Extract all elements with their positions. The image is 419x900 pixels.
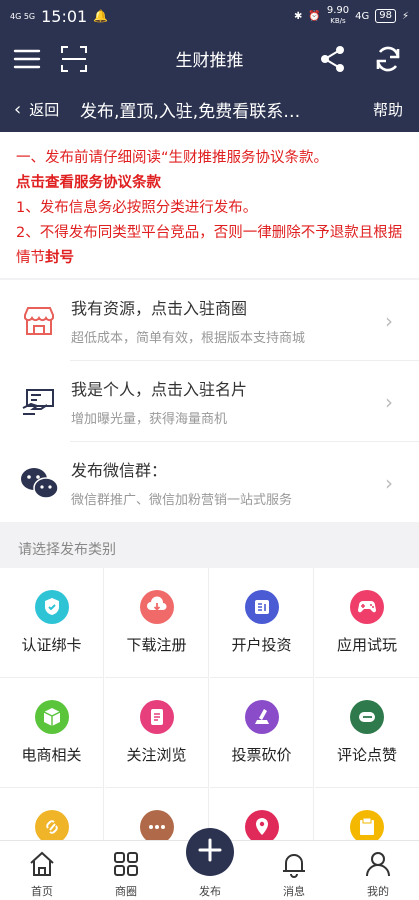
tab-label: 首页	[31, 885, 53, 898]
notice-line-1: 一、发布前请仔细阅读“生财推推服务协议条款。	[16, 150, 329, 166]
category-label: 开户投资	[231, 636, 292, 654]
back-label: 返回	[29, 100, 60, 119]
category-item[interactable]: 下载注册	[105, 568, 209, 678]
entry-title: 发布微信群：	[71, 461, 168, 480]
entry-list: 我有资源，点击入驻商圈 超低成本，简单有效，根据版本支持商城 › 我是个人，点击…	[0, 280, 419, 522]
entry-desc: 超低成本，简单有效，根据版本支持商城	[71, 331, 306, 346]
signal-indicator: 4G 5G	[10, 11, 36, 21]
entry-title: 我是个人，点击入驻名片	[71, 380, 248, 399]
user-icon	[336, 849, 419, 879]
entry-desc: 增加曝光量，获得海量商机	[71, 412, 228, 427]
home-icon	[0, 849, 84, 879]
tab-label: 消息	[283, 885, 305, 898]
category-item[interactable]: 认证绑卡	[0, 568, 104, 678]
category-item[interactable]: 开户投资	[210, 568, 314, 678]
card-hand-icon	[15, 378, 63, 426]
category-label: 投票砍价	[231, 746, 292, 764]
category-item[interactable]: 评论点赞	[315, 678, 419, 788]
category-label: 下载注册	[126, 636, 187, 654]
entry-shop-join[interactable]: 我有资源，点击入驻商圈 超低成本，简单有效，根据版本支持商城 ›	[0, 280, 419, 361]
gamepad-icon	[350, 590, 384, 624]
grid-icon	[84, 849, 168, 879]
category-label: 关注浏览	[126, 746, 187, 764]
shield-icon	[34, 590, 69, 624]
tab-home[interactable]: 首页	[0, 841, 84, 900]
chevron-left-icon: ‹	[14, 98, 22, 120]
folder-icon	[350, 810, 384, 840]
category-label: 电商相关	[21, 746, 82, 764]
category-item[interactable]: 应用试玩	[315, 568, 419, 678]
chevron-right-icon: ›	[385, 389, 393, 414]
battery-level: 98	[375, 9, 396, 23]
network-speed: 9.90	[326, 5, 350, 16]
notification-bell-icon: 🔔	[93, 9, 109, 23]
help-button[interactable]: 帮助	[373, 99, 419, 120]
link-icon	[34, 810, 69, 840]
tab-circle[interactable]: 商圈	[84, 841, 168, 900]
category-item[interactable]: 投票砍价	[210, 678, 314, 788]
back-button[interactable]: ‹ 返回	[0, 99, 80, 120]
category-item[interactable]	[210, 788, 314, 840]
tab-label: 我的	[367, 885, 389, 898]
terms-link[interactable]: 点击查看服务协议条款	[16, 175, 161, 191]
location-icon	[244, 810, 279, 840]
page-title: 生财推推	[175, 51, 244, 71]
tab-mine[interactable]: 我的	[336, 841, 419, 900]
notice-panel: 一、发布前请仔细阅读“生财推推服务协议条款。 点击查看服务协议条款 1、发布信息…	[0, 132, 419, 278]
charging-icon: ⚡	[401, 10, 409, 22]
status-time: 15:01	[41, 6, 88, 26]
network-type: 4G	[355, 10, 370, 22]
tab-label: 发布	[199, 885, 221, 898]
entry-desc: 微信群推广、微信加粉营销一站式服务	[71, 493, 293, 508]
category-grid: 认证绑卡 下载注册 开户投资 应用试玩电商相关 关注浏览 投票砍价 评论点赞	[0, 568, 419, 840]
entry-title: 我有资源，点击入驻商圈	[71, 299, 248, 318]
vote-icon	[244, 700, 279, 734]
top-navbar: 生财推推	[0, 32, 419, 86]
publish-button[interactable]	[186, 828, 234, 876]
entry-card-join[interactable]: 我是个人，点击入驻名片 增加曝光量，获得海量商机 ›	[0, 361, 419, 442]
share-icon[interactable]	[318, 44, 348, 74]
box-icon	[34, 700, 69, 734]
sub-title: 发布,置顶,入驻,免费看联系…	[80, 101, 301, 122]
wechat-icon	[15, 459, 63, 507]
category-item[interactable]	[105, 788, 209, 840]
refresh-icon[interactable]	[373, 44, 403, 74]
category-item[interactable]: 电商相关	[0, 678, 104, 788]
entry-wechat-group[interactable]: 发布微信群： 微信群推广、微信加粉营销一站式服务 ›	[0, 442, 419, 523]
document-icon	[139, 700, 174, 734]
sub-header: ‹ 返回 发布,置顶,入驻,免费看联系… 帮助	[0, 86, 419, 132]
category-label: 评论点赞	[336, 746, 397, 764]
category-item[interactable]	[0, 788, 104, 840]
plus-icon	[197, 837, 223, 867]
category-label: 认证绑卡	[21, 636, 82, 654]
comment-icon	[350, 700, 384, 734]
notice-line-2: 1、发布信息务必按照分类进行发布。	[16, 200, 258, 216]
chevron-right-icon: ›	[385, 470, 393, 495]
id-card-icon	[244, 590, 279, 624]
shop-icon	[15, 297, 63, 345]
category-item[interactable]: 关注浏览	[105, 678, 209, 788]
cloud-download-icon	[139, 590, 174, 624]
bluetooth-icon: ✱	[294, 10, 303, 22]
category-item[interactable]	[315, 788, 419, 840]
status-bar: 4G 5G 15:01 🔔 ✱ ⏰ 9.90 KB/s 4G 98 ⚡	[0, 0, 419, 32]
chevron-right-icon: ›	[385, 308, 393, 333]
network-speed-unit: KB/s	[330, 17, 346, 25]
alarm-icon: ⏰	[308, 10, 321, 22]
tab-label: 商圈	[115, 885, 137, 898]
ban-text: 封号	[45, 250, 74, 266]
more-icon	[139, 810, 174, 840]
category-label: 应用试玩	[336, 636, 397, 654]
tab-messages[interactable]: 消息	[252, 841, 336, 900]
bell-icon	[252, 849, 336, 879]
category-section-label: 请选择发布类别	[18, 542, 116, 558]
